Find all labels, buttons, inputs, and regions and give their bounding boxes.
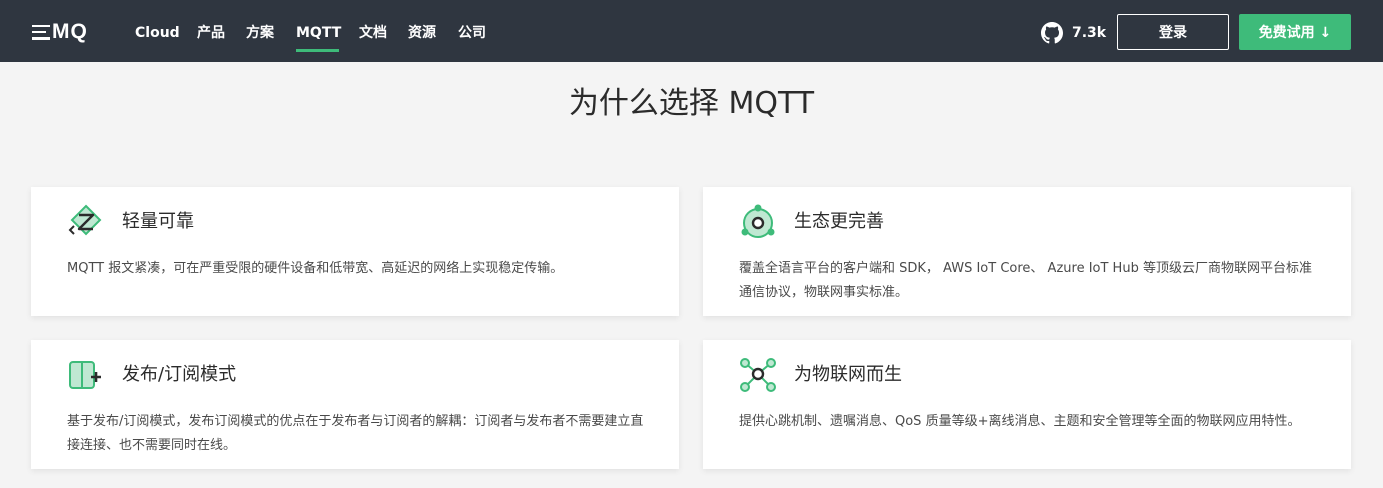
feature-title: 发布/订阅模式 <box>122 364 237 385</box>
feature-title: 生态更完善 <box>794 211 884 232</box>
top-navbar: MQ Cloud 产品 方案 MQTT 文档 资源 公司 7.3k 登录 免费试… <box>0 0 1383 62</box>
logo-text: MQ <box>52 20 88 43</box>
feature-title: 轻量可靠 <box>122 211 194 232</box>
feature-description: 覆盖全语言平台的客户端和 SDK， AWS IoT Core、 Azure Io… <box>739 261 1312 300</box>
ecosystem-icon <box>741 204 775 238</box>
nav-item-company[interactable]: 公司 <box>458 23 486 43</box>
feature-description: MQTT 报文紧凑，可在严重受限的硬件设备和低带宽、高延迟的网络上实现稳定传输。 <box>67 261 564 276</box>
github-icon[interactable] <box>1041 22 1063 44</box>
page-title: 为什么选择 MQTT <box>568 86 815 121</box>
emq-logo[interactable]: MQ <box>32 20 88 44</box>
feature-card-iot: 为物联网而生 提供心跳机制、遗嘱消息、QoS 质量等级+离线消息、主题和安全管理… <box>703 340 1351 469</box>
logo-mark-icon <box>32 24 50 40</box>
nav-item-products[interactable]: 产品 <box>197 23 225 43</box>
login-button[interactable]: 登录 <box>1117 14 1229 50</box>
nav-item-cloud[interactable]: Cloud <box>135 23 180 43</box>
nav-active-indicator <box>296 49 339 52</box>
nav-item-mqtt[interactable]: MQTT <box>296 23 341 43</box>
free-trial-button[interactable]: 免费试用 ↓ <box>1239 14 1351 50</box>
github-stars-count[interactable]: 7.3k <box>1072 24 1106 42</box>
feature-card-lightweight: 轻量可靠 MQTT 报文紧凑，可在严重受限的硬件设备和低带宽、高延迟的网络上实现… <box>31 187 679 316</box>
nav-item-solutions[interactable]: 方案 <box>246 23 274 43</box>
feature-description: 提供心跳机制、遗嘱消息、QoS 质量等级+离线消息、主题和安全管理等全面的物联网… <box>739 414 1301 429</box>
iot-icon <box>740 358 776 392</box>
nav-item-docs[interactable]: 文档 <box>359 23 387 43</box>
feature-title: 为物联网而生 <box>794 364 902 385</box>
lightweight-icon <box>68 204 102 236</box>
feature-card-ecosystem: 生态更完善 覆盖全语言平台的客户端和 SDK， AWS IoT Core、 Az… <box>703 187 1351 316</box>
feature-card-pubsub: 发布/订阅模式 基于发布/订阅模式，发布订阅模式的优点在于发布者与订阅者的解耦：… <box>31 340 679 469</box>
nav-item-resources[interactable]: 资源 <box>408 23 436 43</box>
pubsub-icon <box>69 361 101 389</box>
feature-description: 基于发布/订阅模式，发布订阅模式的优点在于发布者与订阅者的解耦：订阅者与发布者不… <box>67 414 644 453</box>
